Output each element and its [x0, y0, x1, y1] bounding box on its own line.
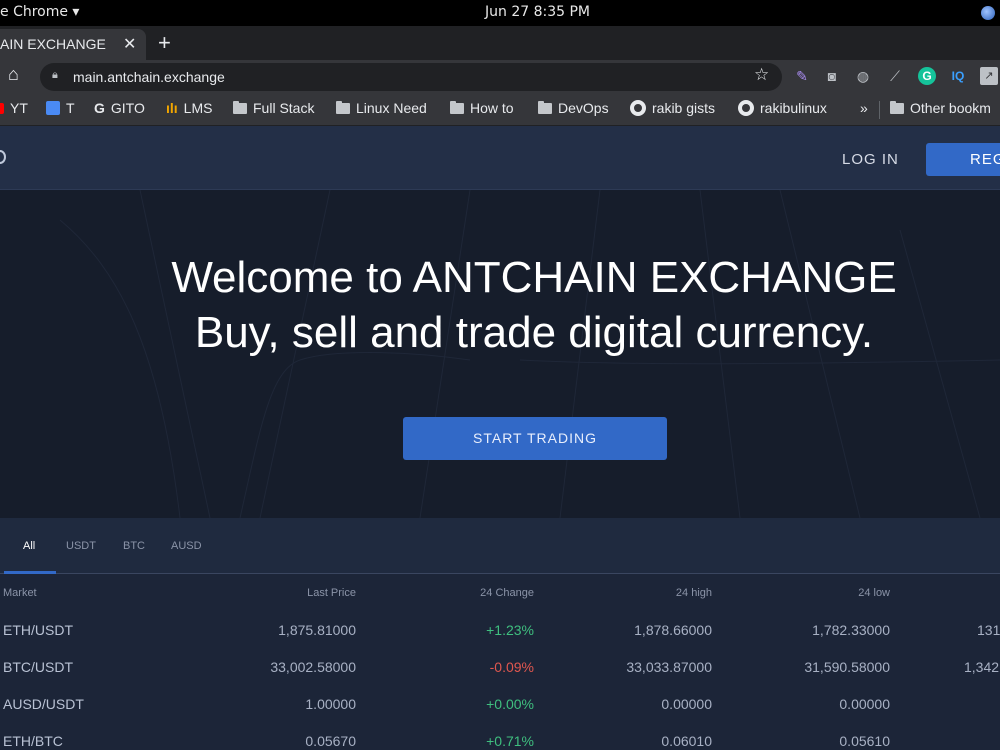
- table-row-change: +0.71%: [486, 733, 534, 749]
- table-row-last-price: 1.00000: [305, 696, 356, 712]
- system-clock[interactable]: Jun 27 8:35 PM: [485, 4, 590, 20]
- bookmark-how-to[interactable]: How to: [450, 100, 514, 116]
- eyedropper-extension-icon[interactable]: ⟋: [886, 67, 904, 85]
- table-row-pair[interactable]: BTC/USDT: [3, 659, 73, 675]
- home-icon[interactable]: ⌂: [8, 64, 30, 86]
- lock-icon[interactable]: 🔒︎: [52, 69, 62, 82]
- github-icon: [630, 100, 646, 116]
- table-row-high: 0.06010: [661, 733, 712, 749]
- table-row-low: 0.00000: [839, 696, 890, 712]
- translate-icon: [46, 101, 60, 115]
- bookmark-yt[interactable]: YT: [0, 100, 28, 116]
- tab-btc[interactable]: BTC: [123, 540, 145, 552]
- column-header-24-high[interactable]: 24 high: [612, 587, 712, 599]
- table-row-pair[interactable]: ETH/BTC: [3, 733, 63, 749]
- market-tabs: [0, 518, 1000, 574]
- folder-icon: [538, 100, 552, 114]
- table-row-high: 33,033.87000: [626, 659, 712, 675]
- google-icon: G: [94, 100, 105, 116]
- bookmark-other[interactable]: Other bookm: [890, 100, 991, 116]
- tab-all[interactable]: All: [23, 540, 35, 552]
- app-menu[interactable]: e Chrome ▾: [0, 4, 79, 20]
- table-row-low: 0.05610: [839, 733, 890, 749]
- table-row-pair[interactable]: AUSD/USDT: [3, 696, 84, 712]
- column-header-market[interactable]: Market: [3, 587, 37, 599]
- url-text[interactable]: main.antchain.exchange: [73, 69, 225, 85]
- table-row-high: 0.00000: [661, 696, 712, 712]
- folder-icon: [233, 100, 247, 114]
- table-row-volume: 1,342: [964, 659, 1000, 675]
- column-header-24-low[interactable]: 24 low: [790, 587, 890, 599]
- grammarly-extension-icon[interactable]: G: [918, 67, 936, 85]
- system-tray-icon[interactable]: [981, 6, 995, 20]
- github-icon: [738, 100, 754, 116]
- tab-usdt[interactable]: USDT: [66, 540, 96, 552]
- lms-icon: ılı: [166, 100, 178, 116]
- table-row-low: 31,590.58000: [804, 659, 890, 675]
- bookmark-rakib-gists[interactable]: rakib gists: [630, 100, 715, 116]
- table-row-high: 1,878.66000: [634, 622, 712, 638]
- feather-extension-icon[interactable]: ✎: [793, 67, 811, 85]
- folder-icon: [336, 100, 350, 114]
- hero-headline: Welcome to ANTCHAIN EXCHANGE Buy, sell a…: [0, 250, 1000, 360]
- table-row-change: +1.23%: [486, 622, 534, 638]
- profile-extension-icon[interactable]: ↗: [980, 67, 998, 85]
- browser-tab[interactable]: AIN EXCHANGE ✕: [0, 29, 146, 60]
- bookmark-lms[interactable]: ılı LMS: [166, 100, 212, 116]
- close-icon[interactable]: ✕: [123, 34, 136, 54]
- table-row-last-price: 1,875.81000: [278, 622, 356, 638]
- table-row-change: -0.09%: [489, 659, 534, 675]
- table-row-volume: 131: [977, 622, 1000, 638]
- iq-extension-icon[interactable]: IQ: [949, 67, 967, 85]
- bookmark-devops[interactable]: DevOps: [538, 100, 609, 116]
- hero-subtitle: Buy, sell and trade digital currency.: [194, 308, 874, 357]
- more-bookmarks-chevron[interactable]: »: [860, 100, 868, 116]
- bookmark-star-icon[interactable]: ☆: [754, 65, 769, 85]
- bookmark-t[interactable]: T: [46, 100, 75, 116]
- camera-extension-icon[interactable]: ◙: [823, 67, 841, 85]
- globe-extension-icon[interactable]: ◍: [854, 67, 872, 85]
- login-link[interactable]: LOG IN: [842, 151, 899, 168]
- folder-icon: [890, 100, 904, 114]
- new-tab-button[interactable]: +: [158, 30, 171, 56]
- tab-strip: [0, 26, 1000, 60]
- table-row-low: 1,782.33000: [812, 622, 890, 638]
- bookmark-linux-need[interactable]: Linux Need: [336, 100, 427, 116]
- tab-title: AIN EXCHANGE: [0, 36, 106, 52]
- table-row-last-price: 0.05670: [305, 733, 356, 749]
- register-button[interactable]: REG: [926, 143, 1000, 176]
- table-row-pair[interactable]: ETH/USDT: [3, 622, 73, 638]
- bookmark-full-stack[interactable]: Full Stack: [233, 100, 314, 116]
- column-header-last-price[interactable]: Last Price: [256, 587, 356, 599]
- active-tab-indicator: [4, 571, 56, 574]
- table-row-change: +0.00%: [486, 696, 534, 712]
- bookmark-divider: [879, 101, 880, 119]
- table-row-last-price: 33,002.58000: [270, 659, 356, 675]
- youtube-icon: [0, 102, 4, 114]
- tab-ausd[interactable]: AUSD: [171, 540, 202, 552]
- start-trading-button[interactable]: START TRADING: [403, 417, 667, 460]
- bookmark-gito[interactable]: G GITO: [94, 100, 145, 116]
- os-top-bar: e Chrome ▾ Jun 27 8:35 PM: [0, 0, 1000, 26]
- column-header-24-change[interactable]: 24 Change: [434, 587, 534, 599]
- folder-icon: [450, 100, 464, 114]
- hero-title: Welcome to ANTCHAIN EXCHANGE: [171, 253, 897, 302]
- bookmark-rakibulinux[interactable]: rakibulinux: [738, 100, 827, 116]
